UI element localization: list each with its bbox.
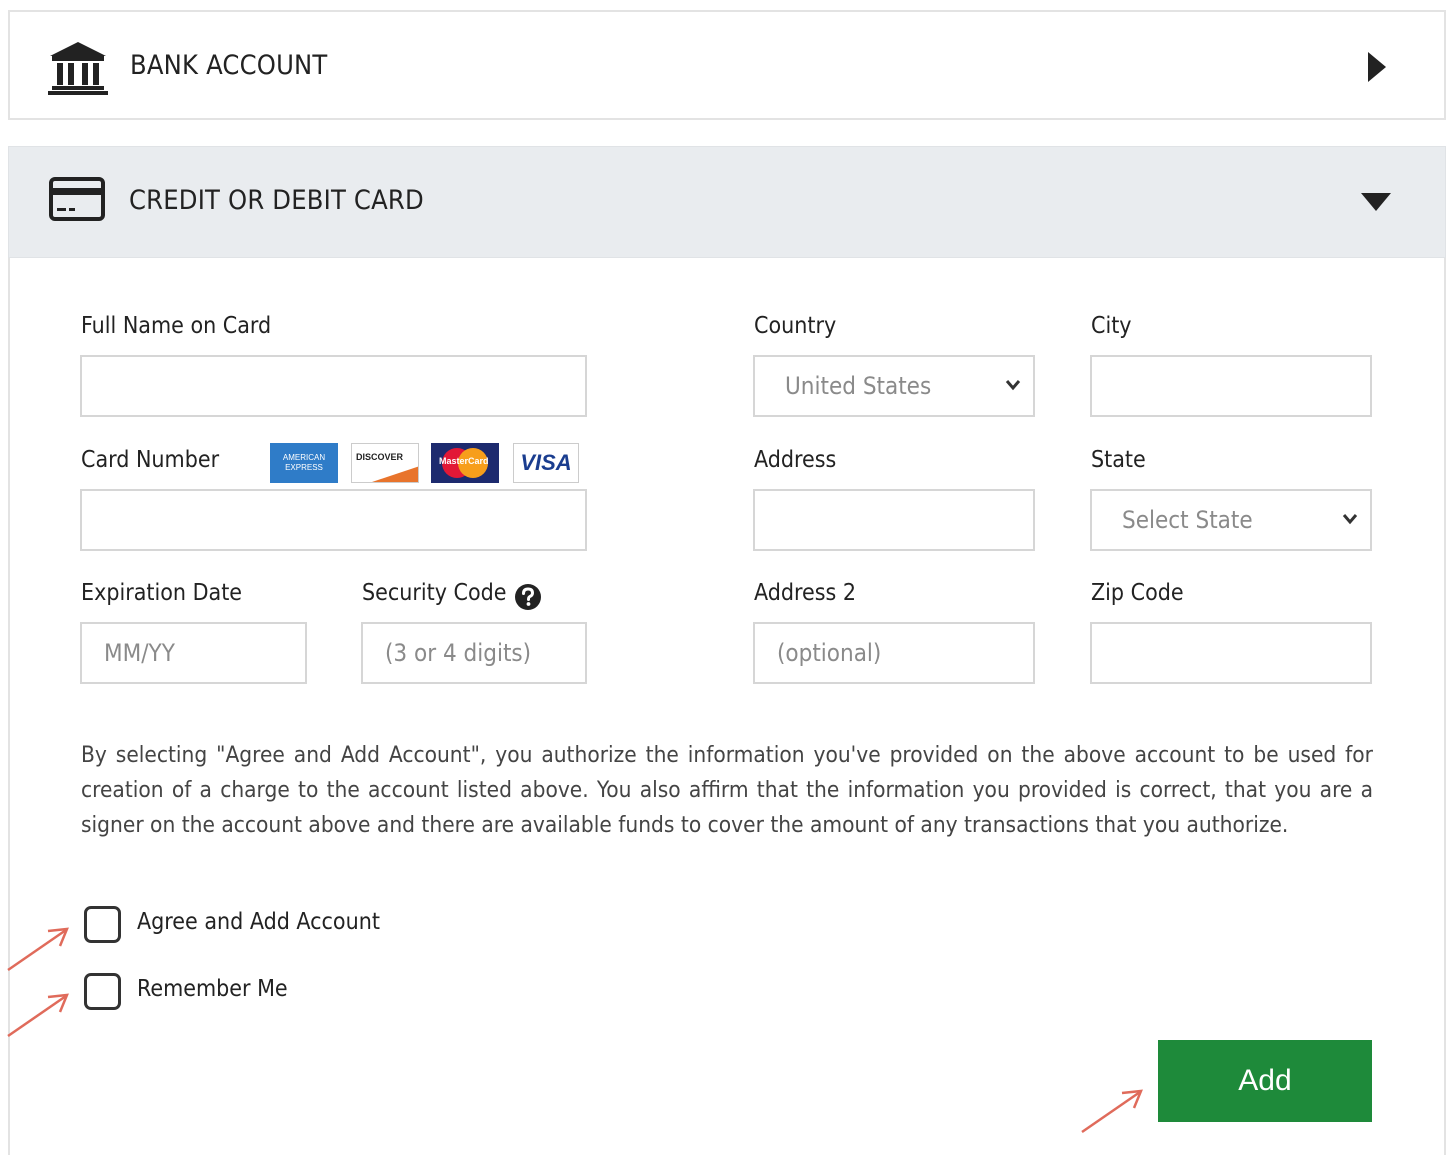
chevron-down-icon	[1005, 380, 1021, 391]
remember-me-checkbox[interactable]	[84, 973, 121, 1010]
country-select[interactable]: United States	[753, 355, 1035, 417]
authorization-text: By selecting "Agree and Add Account", yo…	[81, 742, 1373, 838]
bank-icon	[48, 42, 108, 95]
visa-logo: VISA	[513, 443, 579, 483]
credit-card-icon	[49, 177, 105, 221]
agree-checkbox-label[interactable]: Agree and Add Account	[137, 909, 380, 935]
address-label: Address	[754, 447, 837, 473]
address-input[interactable]	[753, 489, 1035, 551]
discover-logo: DISCOVER	[351, 443, 419, 483]
expiration-date-input[interactable]: MM/YY	[80, 622, 307, 684]
bank-account-title: BANK ACCOUNT	[130, 50, 328, 81]
state-selected-value: Select State	[1122, 506, 1253, 534]
card-number-label: Card Number	[81, 447, 220, 473]
security-code-label: Security Code	[362, 580, 507, 606]
credit-card-title: CREDIT OR DEBIT CARD	[129, 185, 424, 216]
remember-me-label[interactable]: Remember Me	[137, 976, 288, 1002]
card-number-input[interactable]	[80, 489, 587, 551]
country-label: Country	[754, 313, 837, 339]
mastercard-logo: MasterCard	[431, 443, 499, 483]
city-input[interactable]	[1090, 355, 1372, 417]
bank-account-header[interactable]: BANK ACCOUNT	[8, 10, 1446, 120]
country-selected-value: United States	[785, 372, 932, 400]
annotation-arrow-icon	[7, 993, 69, 1038]
amex-logo: AMERICAN EXPRESS	[270, 443, 338, 483]
annotation-arrow-icon	[7, 927, 69, 972]
question-circle-icon[interactable]	[514, 583, 542, 611]
full-name-input[interactable]	[80, 355, 587, 417]
chevron-down-icon	[1342, 514, 1358, 525]
state-label: State	[1091, 447, 1146, 473]
chevron-down-icon[interactable]	[1361, 193, 1391, 211]
security-code-placeholder: (3 or 4 digits)	[385, 639, 532, 667]
state-select[interactable]: Select State	[1090, 489, 1372, 551]
security-code-input[interactable]: (3 or 4 digits)	[361, 622, 587, 684]
expiration-date-label: Expiration Date	[81, 580, 243, 606]
agree-checkbox[interactable]	[84, 906, 121, 943]
credit-card-header[interactable]: CREDIT OR DEBIT CARD	[8, 146, 1446, 258]
full-name-label: Full Name on Card	[81, 313, 272, 339]
zip-code-label: Zip Code	[1091, 580, 1184, 606]
address2-label: Address 2	[754, 580, 857, 606]
expiration-placeholder: MM/YY	[104, 639, 175, 667]
add-button[interactable]: Add	[1158, 1040, 1372, 1122]
zip-code-input[interactable]	[1090, 622, 1372, 684]
city-label: City	[1091, 313, 1132, 339]
annotation-arrow-icon	[1081, 1089, 1143, 1134]
chevron-right-icon[interactable]	[1368, 52, 1386, 82]
address2-input[interactable]: (optional)	[753, 622, 1035, 684]
address2-placeholder: (optional)	[777, 639, 882, 667]
